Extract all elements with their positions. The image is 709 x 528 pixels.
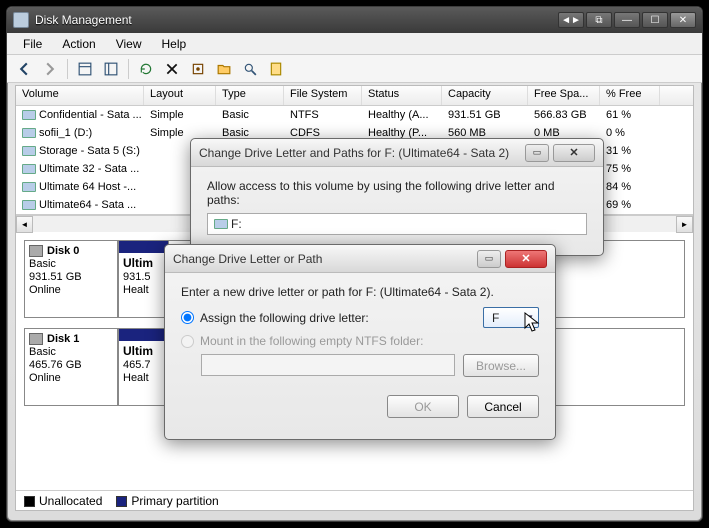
col-type[interactable]: Type [216, 86, 284, 105]
drive-icon [214, 219, 228, 229]
current-path: F: [231, 217, 242, 231]
mount-path-input [201, 354, 455, 376]
maximize-button[interactable]: ☐ [642, 12, 668, 28]
browse-button[interactable]: Browse... [463, 354, 539, 377]
drive-letter-combo[interactable]: F ▼ [483, 307, 539, 328]
properties-button[interactable] [187, 58, 209, 80]
menu-action[interactable]: Action [52, 34, 105, 54]
minimize-button[interactable]: — [614, 12, 640, 28]
dialog2-titlebar[interactable]: Change Drive Letter or Path ▭ ✕ [165, 245, 555, 273]
titlebar-nav-left[interactable]: ◄► [558, 12, 584, 28]
scroll-right[interactable]: ► [676, 216, 693, 233]
dialog2-title: Change Drive Letter or Path [173, 252, 477, 266]
col-capacity[interactable]: Capacity [442, 86, 528, 105]
dialog1-instruction: Allow access to this volume by using the… [207, 179, 587, 207]
table-row[interactable]: Confidential - Sata ...SimpleBasicNTFSHe… [16, 106, 693, 124]
delete-button[interactable] [161, 58, 183, 80]
menubar: File Action View Help [7, 33, 702, 55]
change-paths-dialog: Change Drive Letter and Paths for F: (Ul… [190, 138, 604, 256]
dialog1-close-button[interactable]: ✕ [553, 144, 595, 162]
col-layout[interactable]: Layout [144, 86, 216, 105]
cancel-button[interactable]: Cancel [467, 395, 539, 418]
scroll-left[interactable]: ◄ [16, 216, 33, 233]
legend: Unallocated Primary partition [16, 490, 693, 510]
dialog2-close-button[interactable]: ✕ [505, 250, 547, 268]
col-volume[interactable]: Volume [16, 86, 144, 105]
menu-help[interactable]: Help [152, 34, 197, 54]
search-button[interactable] [239, 58, 261, 80]
assign-letter-radio[interactable] [181, 311, 194, 324]
legend-primary: Primary partition [131, 494, 218, 508]
mount-folder-radio[interactable] [181, 335, 194, 348]
titlebar-restore[interactable]: ⧉ [586, 12, 612, 28]
app-icon [13, 12, 29, 28]
disk-label: Disk 1Basic465.76 GBOnline [24, 328, 118, 406]
dialog1-title: Change Drive Letter and Paths for F: (Ul… [199, 146, 525, 160]
menu-file[interactable]: File [13, 34, 52, 54]
view-list-button[interactable] [74, 58, 96, 80]
ok-button[interactable]: OK [387, 395, 459, 418]
disk-label: Disk 0Basic931.51 GBOnline [24, 240, 118, 318]
open-button[interactable] [213, 58, 235, 80]
col-free[interactable]: Free Spa... [528, 86, 600, 105]
mount-folder-option[interactable]: Mount in the following empty NTFS folder… [181, 334, 539, 348]
change-letter-dialog: Change Drive Letter or Path ▭ ✕ Enter a … [164, 244, 556, 440]
close-button[interactable]: ✕ [670, 12, 696, 28]
assign-letter-option[interactable]: Assign the following drive letter: F ▼ [181, 307, 539, 328]
refresh-button[interactable] [135, 58, 157, 80]
window-title: Disk Management [35, 13, 558, 27]
paths-list[interactable]: F: [207, 213, 587, 235]
back-button[interactable] [13, 58, 35, 80]
legend-unallocated: Unallocated [39, 494, 102, 508]
dialog2-instruction: Enter a new drive letter or path for F: … [181, 285, 539, 299]
menu-view[interactable]: View [106, 34, 152, 54]
toolbar [7, 55, 702, 83]
dialog2-help-button[interactable]: ▭ [477, 250, 501, 268]
col-filesystem[interactable]: File System [284, 86, 362, 105]
mount-folder-label: Mount in the following empty NTFS folder… [200, 334, 423, 348]
dialog1-titlebar[interactable]: Change Drive Letter and Paths for F: (Ul… [191, 139, 603, 167]
col-pctfree[interactable]: % Free [600, 86, 660, 105]
col-status[interactable]: Status [362, 86, 442, 105]
assign-letter-label: Assign the following drive letter: [200, 311, 369, 325]
view-detail-button[interactable] [100, 58, 122, 80]
chevron-down-icon: ▼ [526, 313, 534, 322]
help-button[interactable] [265, 58, 287, 80]
drive-letter-value: F [492, 311, 499, 325]
titlebar[interactable]: Disk Management ◄► ⧉ — ☐ ✕ [7, 7, 702, 33]
dialog1-help-button[interactable]: ▭ [525, 144, 549, 162]
grid-header: Volume Layout Type File System Status Ca… [16, 86, 693, 106]
forward-button[interactable] [39, 58, 61, 80]
